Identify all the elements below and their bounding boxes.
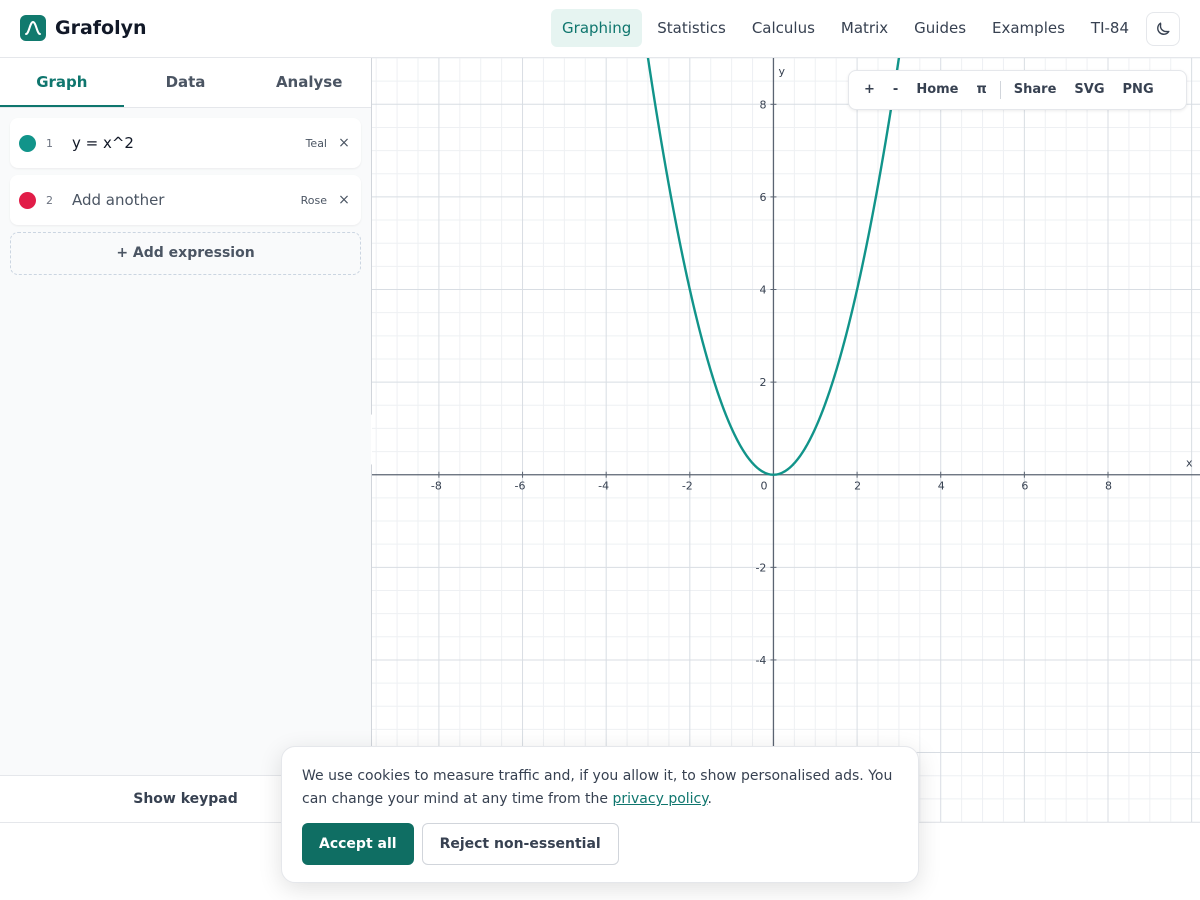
graph-canvas[interactable]: xy -8-6-4-202468-6-4-22468 bbox=[372, 58, 1200, 822]
theme-toggle-button[interactable] bbox=[1146, 12, 1180, 46]
export-png-button[interactable]: PNG bbox=[1114, 71, 1163, 109]
zoom-out-button[interactable]: - bbox=[884, 71, 907, 109]
tab-analyse[interactable]: Analyse bbox=[247, 58, 371, 107]
nav-statistics[interactable]: Statistics bbox=[646, 9, 737, 47]
add-expression-button[interactable]: + Add expression bbox=[10, 232, 361, 275]
expression-input[interactable] bbox=[72, 185, 301, 215]
cookie-actions: Accept all Reject non-essential bbox=[302, 823, 898, 865]
nav-graphing[interactable]: Graphing bbox=[551, 9, 643, 47]
close-icon[interactable]: × bbox=[337, 135, 351, 151]
nav-examples[interactable]: Examples bbox=[981, 9, 1076, 47]
x-tick-label: -6 bbox=[515, 480, 526, 493]
nav-calculus[interactable]: Calculus bbox=[741, 9, 826, 47]
main-nav: Graphing Statistics Calculus Matrix Guid… bbox=[549, 9, 1142, 47]
y-axis-label: y bbox=[778, 65, 785, 78]
y-tick-label: 2 bbox=[759, 376, 766, 389]
pi-button[interactable]: π bbox=[968, 71, 996, 109]
x-tick-label: -4 bbox=[598, 480, 609, 493]
expression-sidebar: Graph Data Analyse 1 Teal × 2 Rose × + A… bbox=[0, 58, 372, 822]
y-tick-label: 4 bbox=[759, 284, 766, 297]
expression-row[interactable]: 2 Rose × bbox=[10, 175, 361, 225]
x-tick-label: 0 bbox=[760, 480, 767, 493]
x-tick-label: 6 bbox=[1021, 480, 1028, 493]
expression-index: 1 bbox=[46, 136, 53, 150]
color-name[interactable]: Rose bbox=[301, 194, 327, 207]
toolbar-divider bbox=[999, 81, 1001, 99]
color-swatch[interactable] bbox=[19, 134, 36, 152]
brand-name: Grafolyn bbox=[55, 17, 147, 39]
x-tick-label: -2 bbox=[682, 480, 693, 493]
reject-non-essential-button[interactable]: Reject non-essential bbox=[421, 823, 619, 865]
graph-plot[interactable]: xy -8-6-4-202468-6-4-22468 bbox=[372, 58, 1200, 822]
x-tick-label: 2 bbox=[854, 480, 861, 493]
cookie-message: We use cookies to measure traffic and, i… bbox=[302, 768, 893, 807]
x-tick-label: 8 bbox=[1105, 480, 1112, 493]
graph-toolbar: + - Home π Share SVG PNG bbox=[848, 70, 1187, 110]
brand[interactable]: Grafolyn bbox=[20, 15, 147, 41]
accept-all-button[interactable]: Accept all bbox=[302, 823, 414, 865]
top-navigation-bar: Grafolyn Graphing Statistics Calculus Ma… bbox=[0, 0, 1200, 58]
x-tick-label: -8 bbox=[431, 480, 442, 493]
color-swatch[interactable] bbox=[19, 191, 36, 209]
expression-list: 1 Teal × 2 Rose × bbox=[0, 108, 371, 225]
share-button[interactable]: Share bbox=[1005, 71, 1066, 109]
x-axis-label: x bbox=[1186, 457, 1193, 470]
close-icon[interactable]: × bbox=[337, 192, 351, 208]
tab-graph[interactable]: Graph bbox=[0, 58, 124, 107]
tab-data[interactable]: Data bbox=[124, 58, 248, 107]
zoom-in-button[interactable]: + bbox=[855, 71, 884, 109]
sidebar-tabs: Graph Data Analyse bbox=[0, 58, 371, 108]
home-button[interactable]: Home bbox=[907, 71, 967, 109]
expression-input[interactable] bbox=[72, 128, 306, 158]
cookie-banner: We use cookies to measure traffic and, i… bbox=[281, 746, 919, 883]
y-tick-label: 6 bbox=[759, 191, 766, 204]
color-name[interactable]: Teal bbox=[306, 137, 327, 150]
export-svg-button[interactable]: SVG bbox=[1065, 71, 1113, 109]
y-tick-label: 8 bbox=[759, 98, 766, 111]
x-tick-label: 4 bbox=[938, 480, 945, 493]
y-tick-label: -4 bbox=[755, 654, 766, 667]
wave-logo-icon bbox=[20, 15, 46, 41]
expression-row[interactable]: 1 Teal × bbox=[10, 118, 361, 168]
nav-guides[interactable]: Guides bbox=[903, 9, 977, 47]
y-tick-label: -2 bbox=[755, 561, 766, 574]
nav-ti84[interactable]: TI-84 bbox=[1080, 9, 1140, 47]
privacy-policy-link[interactable]: privacy policy bbox=[612, 791, 707, 807]
nav-matrix[interactable]: Matrix bbox=[830, 9, 899, 47]
expression-index: 2 bbox=[46, 193, 53, 207]
moon-icon bbox=[1157, 22, 1170, 35]
